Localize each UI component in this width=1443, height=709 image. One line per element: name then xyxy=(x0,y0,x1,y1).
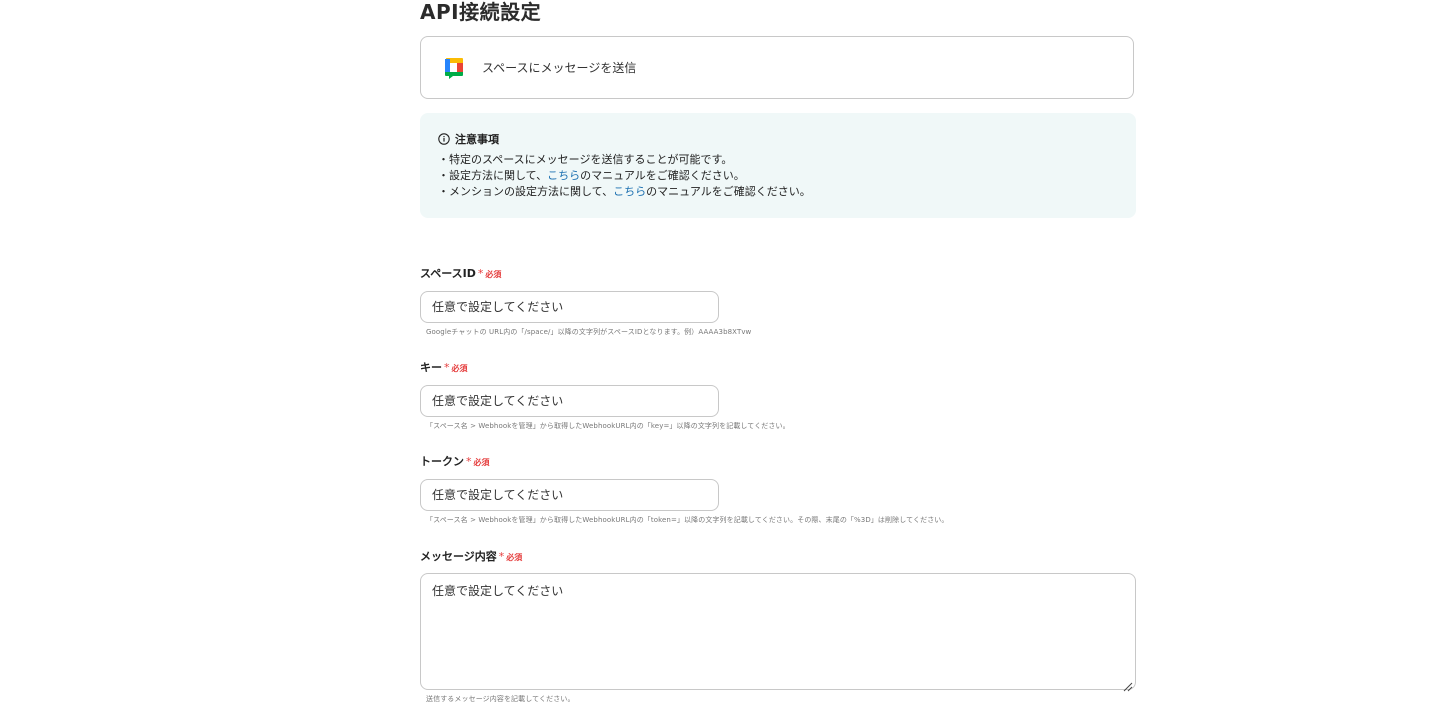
required-star: * xyxy=(466,455,472,468)
space-id-field: スペースID * 必須 Googleチャットの URL内の「/space/」以降… xyxy=(420,265,751,337)
info-icon xyxy=(438,132,450,145)
required-star: * xyxy=(477,267,484,280)
message-label: メッセージ内容 xyxy=(420,550,497,563)
notice-heading-text: 注意事項 xyxy=(455,132,499,146)
message-field: メッセージ内容 * 必須 送信するメッセージ内容を記載してください。 xyxy=(420,548,1136,704)
message-hint: 送信するメッセージ内容を記載してください。 xyxy=(426,695,575,703)
mention-manual-link[interactable]: こちら xyxy=(613,185,646,198)
key-input[interactable] xyxy=(420,385,719,417)
token-label: トークン xyxy=(420,455,464,468)
required-star: * xyxy=(498,550,505,563)
token-hint: 「スペース名 > Webhookを管理」から取得したWebhookURL内の「t… xyxy=(426,516,949,524)
key-hint: 「スペース名 > Webhookを管理」から取得したWebhookURL内の「k… xyxy=(426,422,790,430)
notice-line-3-suffix: のマニュアルをご確認ください。 xyxy=(646,185,811,198)
notice-line-1: ・特定のスペースにメッセージを送信することが可能です。 xyxy=(438,153,733,166)
notice-heading: 注意事項 xyxy=(438,131,1136,146)
required-badge: 必須 xyxy=(485,270,502,279)
key-field: キー * 必須 「スペース名 > Webhookを管理」から取得したWebhoo… xyxy=(420,359,790,431)
resize-handle-icon[interactable] xyxy=(1123,677,1133,692)
action-card[interactable]: スペースにメッセージを送信 xyxy=(420,36,1134,99)
required-badge: 必須 xyxy=(473,458,490,467)
notice-line-2-prefix: ・設定方法に関して、 xyxy=(438,169,548,182)
notice-line-2: ・設定方法に関して、こちらのマニュアルをご確認ください。 xyxy=(438,168,1136,184)
notice-line-3-prefix: ・メンションの設定方法に関して、 xyxy=(438,185,614,198)
token-input[interactable] xyxy=(420,479,719,511)
token-field: トークン * 必須 「スペース名 > Webhookを管理」から取得したWebh… xyxy=(420,453,949,525)
required-badge: 必須 xyxy=(451,364,468,373)
required-badge: 必須 xyxy=(506,553,523,562)
notice-line-2-suffix: のマニュアルをご確認ください。 xyxy=(580,169,745,182)
notice-line-3: ・メンションの設定方法に関して、こちらのマニュアルをご確認ください。 xyxy=(438,184,1136,200)
required-star: * xyxy=(444,361,450,374)
space-id-label: スペースID xyxy=(420,267,476,280)
space-id-input[interactable] xyxy=(420,291,719,323)
google-chat-icon xyxy=(443,56,465,80)
manual-link[interactable]: こちら xyxy=(547,169,580,182)
message-textarea[interactable] xyxy=(420,573,1136,690)
page-title: API接続設定 xyxy=(420,0,542,24)
key-label: キー xyxy=(420,361,442,374)
notice-box: 注意事項 ・特定のスペースにメッセージを送信することが可能です。 ・設定方法に関… xyxy=(420,113,1136,218)
space-id-hint: Googleチャットの URL内の「/space/」以降の文字列がスペースIDと… xyxy=(426,328,752,336)
action-label: スペースにメッセージを送信 xyxy=(482,61,637,75)
